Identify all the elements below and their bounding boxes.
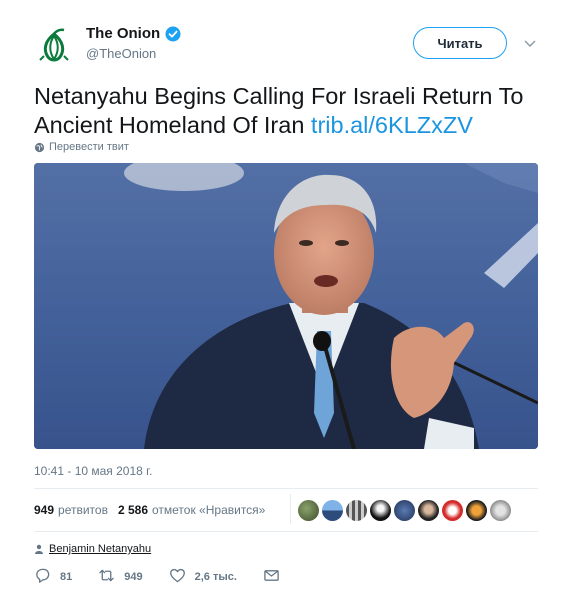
liker-avatar[interactable] — [394, 500, 415, 521]
liker-avatar[interactable] — [298, 500, 319, 521]
chevron-down-icon[interactable] — [522, 35, 538, 51]
translate-tweet-link[interactable]: Перевести твит — [34, 141, 129, 153]
envelope-icon — [263, 567, 280, 587]
reply-icon — [34, 567, 51, 587]
likers-separator — [290, 494, 291, 524]
photo-illustration — [34, 163, 538, 449]
liker-avatar[interactable] — [418, 500, 439, 521]
verified-badge-icon — [165, 26, 181, 42]
account-handle[interactable]: @TheOnion — [86, 46, 181, 61]
tweet-stats: 949 ретвитов 2 586 отметок «Нравится» — [34, 503, 275, 517]
like-button[interactable]: 2,6 тыс. — [169, 567, 237, 587]
tweet-actions: 81 949 2,6 тыс. — [34, 567, 280, 587]
liker-avatar[interactable] — [346, 500, 367, 521]
follow-button[interactable]: Читать — [413, 27, 507, 59]
author-block[interactable]: The Onion @TheOnion — [86, 25, 181, 61]
reply-button[interactable]: 81 — [34, 567, 72, 587]
onion-logo-avatar[interactable] — [34, 26, 74, 66]
retweets-label: ретвитов — [58, 503, 108, 517]
tweet-link[interactable]: trib.al/6KLZxZV — [311, 112, 473, 138]
retweet-count: 949 — [124, 571, 143, 583]
mentioned-person[interactable]: Benjamin Netanyahu — [34, 543, 151, 555]
divider-bottom — [34, 531, 538, 532]
reply-count: 81 — [60, 571, 73, 583]
account-name[interactable]: The Onion — [86, 25, 160, 42]
retweet-icon — [98, 567, 115, 587]
tweet-photo[interactable] — [34, 163, 538, 449]
heart-icon — [169, 567, 186, 587]
tweet-card: The Onion @TheOnion Читать Netanyahu Beg… — [0, 0, 573, 605]
liker-avatars — [298, 500, 511, 521]
mentioned-person-label[interactable]: Benjamin Netanyahu — [49, 543, 151, 555]
liker-avatar[interactable] — [370, 500, 391, 521]
liker-avatar[interactable] — [490, 500, 511, 521]
likes-label: отметок «Нравится» — [152, 503, 266, 517]
like-count: 2,6 тыс. — [194, 571, 237, 583]
person-icon — [34, 544, 44, 554]
likes-stat[interactable]: 2 586 отметок «Нравится» — [118, 503, 265, 517]
direct-message-button[interactable] — [263, 567, 280, 587]
liker-avatar[interactable] — [466, 500, 487, 521]
divider-top — [34, 488, 538, 489]
retweets-count: 949 — [34, 503, 55, 517]
retweet-button[interactable]: 949 — [98, 567, 143, 587]
tweet-timestamp[interactable]: 10:41 - 10 мая 2018 г. — [34, 464, 152, 478]
liker-avatar[interactable] — [322, 500, 343, 521]
likes-count: 2 586 — [117, 503, 148, 517]
translate-label[interactable]: Перевести твит — [49, 141, 129, 153]
globe-icon — [34, 142, 45, 153]
liker-avatar[interactable] — [442, 500, 463, 521]
tweet-text: Netanyahu Begins Calling For Israeli Ret… — [34, 82, 544, 139]
retweets-stat[interactable]: 949 ретвитов — [34, 503, 108, 517]
